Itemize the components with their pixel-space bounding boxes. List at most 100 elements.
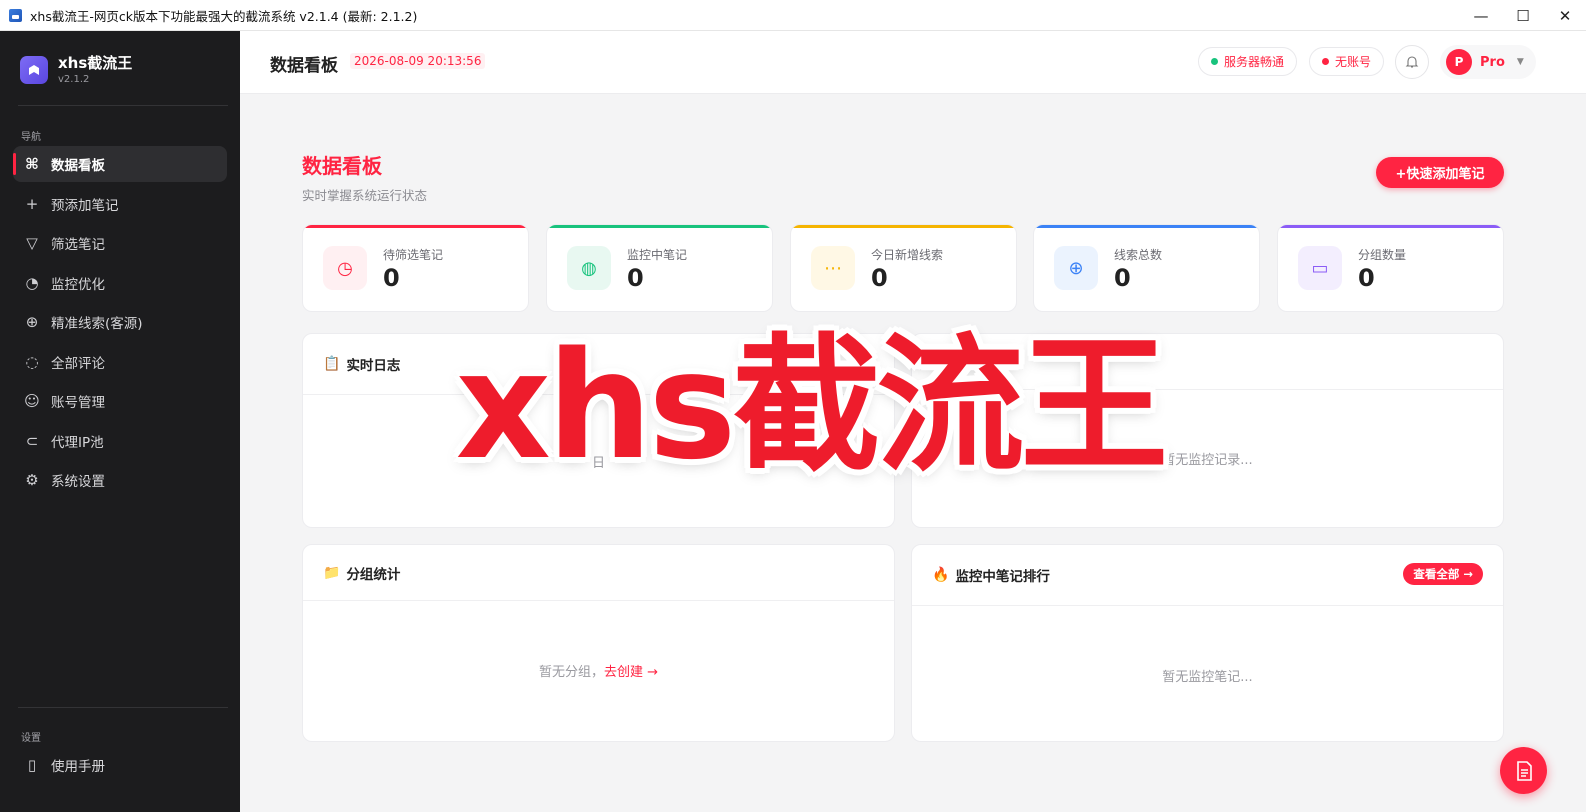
filter-icon: ▽ <box>26 234 38 252</box>
stat-value: 0 <box>627 264 644 292</box>
brand-name: xhs截流王 <box>58 54 133 72</box>
gauge-icon: ◍ <box>567 246 611 290</box>
top-header: 数据看板 2026-08-09 20:13:56 服务器畅通 无账号 P Pro… <box>240 31 1586 94</box>
panel-title: 录 <box>1010 355 1024 372</box>
close-button[interactable]: ✕ <box>1544 0 1586 31</box>
ranking-empty-text: 暂无监控笔记... <box>1162 670 1253 685</box>
document-fab-icon[interactable] <box>1500 747 1547 794</box>
status-dot-icon <box>1322 58 1329 65</box>
sidebar-item-label: 账号管理 <box>51 395 105 411</box>
monitor-records-empty-text: 暂无监控记录... <box>1162 453 1253 468</box>
log-empty-text: 日 <box>591 456 605 471</box>
gauge-icon: ◔ <box>25 273 39 292</box>
chevron-down-icon: ▼ <box>1516 57 1524 67</box>
window-controls: — ☐ ✕ <box>1460 0 1586 31</box>
group-stats-panel: 📁 分组统计 暂无分组，去创建 → <box>302 544 895 742</box>
sidebar-item[interactable]: ⌘ 数据看板 <box>13 146 227 182</box>
dashboard-subheading: 实时掌握系统运行状态 <box>302 188 428 203</box>
panel-header: 📋 实时日志 <box>303 334 894 395</box>
stat-card-accent <box>791 225 1016 228</box>
sidebar-item-label: 系统设置 <box>51 474 105 490</box>
clipboard-icon: 📋 <box>323 356 341 372</box>
sidebar-item[interactable]: ☺ 账号管理 <box>13 383 227 419</box>
sidebar-item-label: 精准线索(客源) <box>51 316 143 332</box>
window-titlebar: xhs截流王-网页ck版本下功能最强大的截流系统 v2.1.4 (最新: 2.1… <box>0 0 1586 31</box>
datetime-display: 2026-08-09 20:13:56 <box>350 53 486 69</box>
sidebar-item-label: 全部评论 <box>51 355 105 372</box>
brand-logo-icon <box>20 56 48 84</box>
sidebar-item[interactable]: ▯ 使用手册 <box>13 747 227 783</box>
monitor-records-panel: 录 暂无监控记录... <box>911 333 1504 528</box>
stat-label: 分组数量 <box>1358 248 1407 262</box>
plus-icon: + <box>25 194 39 213</box>
user-menu[interactable]: P Pro ▼ <box>1440 45 1536 79</box>
sidebar-item-label: 筛选笔记 <box>51 237 105 253</box>
sidebar-item[interactable]: ◔ 监控优化 <box>13 265 227 301</box>
account-status-badge[interactable]: 无账号 <box>1309 47 1385 76</box>
stat-value: 0 <box>1114 264 1131 292</box>
sidebar-item-label: 数据看板 <box>51 158 105 174</box>
page-title: 数据看板 <box>270 56 338 76</box>
clock-icon: ◷ <box>323 246 367 290</box>
stat-value: 0 <box>1358 264 1375 292</box>
stat-card-accent <box>1278 225 1503 228</box>
notification-bell-icon[interactable] <box>1395 45 1429 79</box>
sidebar-item[interactable]: ◌ 全部评论 <box>13 344 227 380</box>
fire-icon: 🔥 <box>932 567 950 583</box>
stat-label: 线索总数 <box>1114 248 1163 262</box>
nav-section-label: 导航 <box>21 132 41 143</box>
brand-version: v2.1.2 <box>58 74 90 85</box>
stat-value: 0 <box>871 264 888 292</box>
stat-label: 今日新增线索 <box>871 248 944 262</box>
stat-card-accent <box>547 225 772 228</box>
account-status-text: 无账号 <box>1335 55 1372 69</box>
panel-header: 🔥 监控中笔记排行 查看全部 → <box>912 545 1503 606</box>
stat-card[interactable]: ▭ 分组数量 0 <box>1277 224 1504 312</box>
user-icon: ☺ <box>24 392 40 410</box>
book-icon: ▯ <box>27 756 37 774</box>
stat-card[interactable]: ⋯ 今日新增线索 0 <box>790 224 1017 312</box>
sidebar-item-label: 使用手册 <box>51 759 105 775</box>
sidebar-item[interactable]: ⚙ 系统设置 <box>13 462 227 498</box>
sidebar-divider <box>18 105 228 106</box>
sidebar-item[interactable]: ▽ 筛选笔记 <box>13 225 227 261</box>
settings-list: ▯ 使用手册 <box>13 747 227 787</box>
panel-header: 📁 分组统计 <box>303 545 894 601</box>
sidebar-item[interactable]: ⊕ 精准线索(客源) <box>13 304 227 340</box>
stat-card[interactable]: ⊕ 线索总数 0 <box>1033 224 1260 312</box>
monitor-ranking-panel: 🔥 监控中笔记排行 查看全部 → 暂无监控笔记... <box>911 544 1504 742</box>
sidebar-item-label: 代理IP池 <box>51 434 104 451</box>
panel-title: 实时日志 <box>346 358 401 374</box>
stat-card[interactable]: ◷ 待筛选笔记 0 <box>302 224 529 312</box>
app-icon <box>9 8 22 22</box>
server-status-text: 服务器畅通 <box>1224 55 1285 69</box>
view-all-button[interactable]: 查看全部 → <box>1403 563 1483 585</box>
folder-icon: ▭ <box>1298 246 1342 290</box>
status-dot-icon <box>1211 58 1218 65</box>
brand[interactable]: xhs截流王 v2.1.2 <box>20 55 132 85</box>
sidebar-item-label: 预添加笔记 <box>51 197 119 214</box>
stat-label: 监控中笔记 <box>627 248 688 262</box>
server-status-badge[interactable]: 服务器畅通 <box>1198 47 1298 76</box>
stat-card[interactable]: ◍ 监控中笔记 0 <box>546 224 773 312</box>
link-icon: ⊂ <box>25 431 39 450</box>
quick-add-note-button[interactable]: +快速添加笔记 <box>1376 157 1504 188</box>
folder-icon: 📁 <box>323 564 341 581</box>
window-title: xhs截流王-网页ck版本下功能最强大的截流系统 v2.1.4 (最新: 2.1… <box>30 8 418 24</box>
minimize-button[interactable]: — <box>1460 0 1502 31</box>
create-group-link[interactable]: 去创建 → <box>604 665 658 680</box>
sidebar-item-label: 监控优化 <box>51 276 105 293</box>
maximize-button[interactable]: ☐ <box>1502 0 1544 31</box>
gear-icon: ⚙ <box>25 471 39 489</box>
target-icon: ⊕ <box>1054 246 1098 290</box>
main-heading: 数据看板 实时掌握系统运行状态 <box>302 150 427 204</box>
group-empty-text: 暂无分组，去创建 → <box>303 661 894 680</box>
avatar: P <box>1446 49 1472 75</box>
comment-icon: ◌ <box>25 352 39 371</box>
sidebar: xhs截流王 v2.1.2 导航 ⌘ 数据看板 + 预添加笔记 ▽ 筛选笔记 ◔ 监控优化 ⊕ 精… <box>0 31 240 812</box>
sidebar-item[interactable]: + 预添加笔记 <box>13 186 227 222</box>
dashboard-heading: 数据看板 <box>302 154 382 178</box>
plan-label: Pro <box>1480 54 1505 70</box>
sidebar-item[interactable]: ⊂ 代理IP池 <box>13 423 227 459</box>
panel-header: 录 <box>912 334 1503 390</box>
